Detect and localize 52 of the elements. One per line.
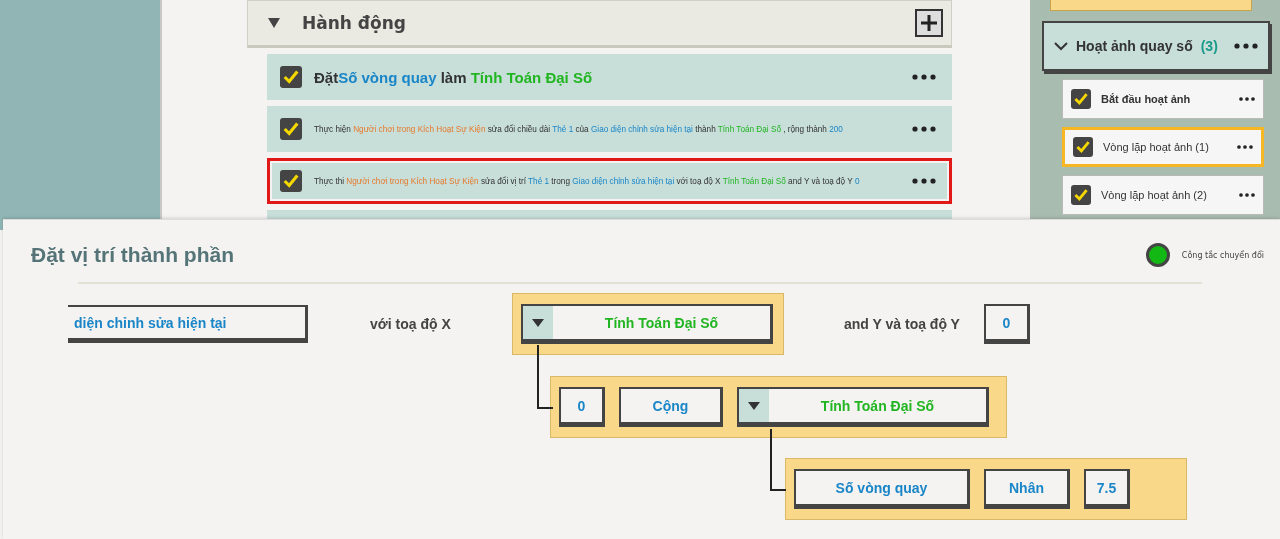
value-field[interactable]: 0 (559, 387, 605, 427)
action-row[interactable]: Thực thi Người chơi trong Kích Hoạt Sự Kiện sửa đổi vị trí Thẻ 1 trong Giao diện chỉnh sửa hiện tại với toạ độ X Tính Toán Đại Số and Y và toạ độ Y 0 (267, 158, 952, 204)
checkbox[interactable] (280, 118, 302, 140)
calc-dropdown[interactable]: Tính Toán Đại Số (737, 387, 989, 427)
action-text: Thực hiện Người chơi trong Kích Hoạt Sự Kiện sửa đổi chiều dài Thẻ 1 của Giao diện chỉnh sửa hiện tại thành Tính Toán Đại Số , rộng thành 200 (314, 124, 844, 134)
more-icon[interactable] (1239, 97, 1255, 101)
action-row[interactable]: ĐặtSố vòng quay làm Tính Toán Đại Số (267, 54, 952, 100)
more-icon[interactable] (911, 74, 937, 80)
checkbox[interactable] (1073, 137, 1093, 157)
variable-field[interactable]: Số vòng quay (794, 469, 970, 509)
toggle-light[interactable] (1145, 243, 1170, 267)
more-icon[interactable] (1237, 145, 1253, 149)
value-field[interactable]: 0 (984, 304, 1030, 344)
toggle-label: Công tắc chuyển đổi (1181, 250, 1264, 260)
list-item[interactable]: Vòng lặp hoạt ảnh (2) (1062, 175, 1264, 215)
item-label: Vòng lặp hoạt ảnh (2) (1101, 189, 1208, 201)
action-row[interactable]: Thực hiện Người chơi trong Kích Hoạt Sự Kiện sửa đổi chiều dài Thẻ 1 của Giao diện chỉnh sửa hiện tại thành Tính Toán Đại Số , rộng thành 200 (267, 106, 952, 152)
item-label: Bắt đầu hoạt ảnh (1101, 93, 1192, 105)
operator-field[interactable]: Cộng (619, 387, 723, 427)
dropdown-icon[interactable] (739, 389, 769, 422)
object-field[interactable]: diện chỉnh sửa hiện tại (68, 305, 308, 343)
collapse-icon[interactable] (268, 18, 280, 28)
more-icon[interactable] (911, 126, 937, 132)
section-header[interactable]: Hành động (247, 0, 952, 48)
more-icon[interactable] (1239, 193, 1255, 197)
checkbox[interactable] (280, 170, 302, 192)
section-title: Hành động (302, 13, 407, 33)
count-label: (3) (1200, 38, 1219, 54)
group-title: Hoạt ảnh quay số (1076, 38, 1193, 54)
action-text: ĐặtSố vòng quay làm Tính Toán Đại Số (314, 68, 594, 86)
plus-icon (919, 13, 939, 33)
checkbox[interactable] (1071, 89, 1091, 109)
checkbox[interactable] (280, 66, 302, 88)
list-item[interactable]: Vòng lặp hoạt ảnh (1) (1062, 127, 1264, 167)
value-field[interactable]: 7.5 (1084, 469, 1130, 509)
more-icon[interactable] (911, 178, 937, 184)
dropdown-icon[interactable] (523, 306, 553, 339)
action-text: Thực thi Người chơi trong Kích Hoạt Sự Kiện sửa đổi vị trí Thẻ 1 trong Giao diện chỉnh sửa hiện tại với toạ độ X Tính Toán Đại Số and Y và toạ độ Y 0 (314, 176, 861, 186)
operator-field[interactable]: Nhân (984, 469, 1070, 509)
group-header[interactable]: Hoạt ảnh quay số (3) (1042, 21, 1270, 71)
checkbox[interactable] (1071, 185, 1091, 205)
item-label: Vòng lặp hoạt ảnh (1) (1103, 141, 1210, 153)
chevron-icon[interactable] (1054, 41, 1068, 51)
dialog-title: Đặt vị trí thành phần (31, 243, 235, 267)
more-icon[interactable] (1234, 43, 1258, 49)
parameter-label: and Y và toạ độ Y (844, 316, 961, 332)
connector-line (537, 345, 553, 409)
add-button[interactable] (915, 9, 943, 37)
connector-line (770, 429, 786, 491)
parameter-label: với toạ độ X (370, 316, 452, 332)
calc-dropdown[interactable]: Tính Toán Đại Số (521, 304, 773, 344)
list-item[interactable]: Bắt đầu hoạt ảnh (1062, 79, 1264, 119)
